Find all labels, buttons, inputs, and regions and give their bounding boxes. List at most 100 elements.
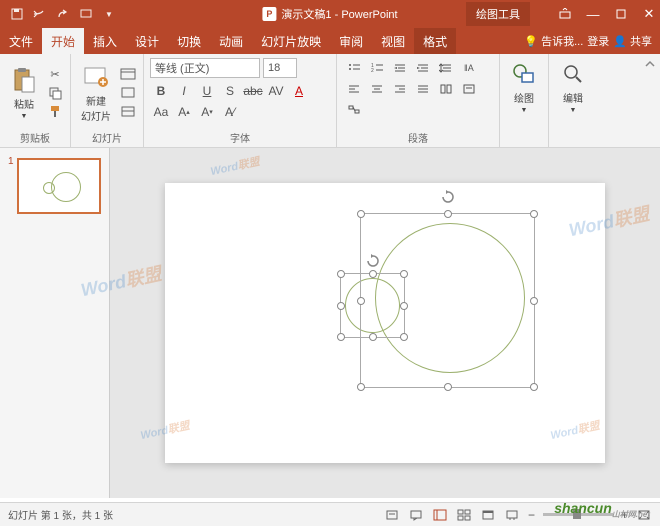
tell-me[interactable]: 💡告诉我... bbox=[524, 33, 583, 49]
svg-text:2: 2 bbox=[371, 68, 374, 74]
tab-view[interactable]: 视图 bbox=[372, 28, 414, 54]
strikethrough-button[interactable]: abc bbox=[242, 81, 264, 101]
resize-handle[interactable] bbox=[337, 333, 345, 341]
resize-handle[interactable] bbox=[530, 297, 538, 305]
resize-handle[interactable] bbox=[444, 210, 452, 218]
smartart-button[interactable] bbox=[343, 100, 365, 120]
tab-slideshow[interactable]: 幻灯片放映 bbox=[252, 28, 330, 54]
increase-font-button[interactable]: A▴ bbox=[173, 102, 195, 122]
layout-icon[interactable] bbox=[119, 66, 137, 82]
resize-handle[interactable] bbox=[400, 333, 408, 341]
drawing-button[interactable]: 绘图 ▼ bbox=[506, 58, 542, 116]
normal-view-icon[interactable] bbox=[432, 508, 448, 522]
tab-review[interactable]: 审阅 bbox=[330, 28, 372, 54]
resize-handle[interactable] bbox=[357, 210, 365, 218]
minimize-icon[interactable]: — bbox=[586, 7, 600, 21]
tab-transition[interactable]: 切换 bbox=[168, 28, 210, 54]
slide-thumbnail[interactable] bbox=[17, 158, 101, 214]
slide-counter: 幻灯片 第 1 张，共 1 张 bbox=[8, 507, 113, 522]
resize-handle[interactable] bbox=[369, 270, 377, 278]
char-spacing-button[interactable]: AV bbox=[265, 81, 287, 101]
decrease-font-button[interactable]: A▾ bbox=[196, 102, 218, 122]
redo-icon[interactable] bbox=[56, 7, 70, 21]
save-icon[interactable] bbox=[10, 7, 24, 21]
start-from-beginning-icon[interactable] bbox=[79, 7, 93, 21]
undo-icon[interactable] bbox=[33, 7, 47, 21]
numbering-button[interactable]: 12 bbox=[366, 58, 388, 78]
decrease-indent-button[interactable] bbox=[389, 58, 411, 78]
notes-icon[interactable] bbox=[384, 508, 400, 522]
copy-icon[interactable] bbox=[46, 85, 64, 101]
resize-handle[interactable] bbox=[400, 302, 408, 310]
chevron-down-icon: ▼ bbox=[570, 107, 577, 114]
align-text-button[interactable] bbox=[458, 79, 480, 99]
change-case-button[interactable]: Aa bbox=[150, 102, 172, 122]
align-center-button[interactable] bbox=[366, 79, 388, 99]
columns-button[interactable] bbox=[435, 79, 457, 99]
collapse-ribbon-icon[interactable] bbox=[640, 54, 660, 147]
line-spacing-button[interactable] bbox=[435, 58, 457, 78]
resize-handle[interactable] bbox=[337, 302, 345, 310]
paste-icon bbox=[10, 66, 38, 94]
clear-format-button[interactable]: A⁄ bbox=[219, 102, 241, 122]
tab-file[interactable]: 文件 bbox=[0, 28, 42, 54]
lightbulb-icon: 💡 bbox=[524, 35, 538, 48]
slides-label: 幻灯片 bbox=[77, 128, 137, 145]
document-title: 演示文稿1 - PowerPoint bbox=[281, 6, 397, 22]
group-clipboard: 粘贴 ▼ ✂ 剪贴板 bbox=[0, 54, 71, 147]
section-icon[interactable] bbox=[119, 104, 137, 120]
bold-button[interactable]: B bbox=[150, 81, 172, 101]
close-icon[interactable]: ✕ bbox=[642, 7, 656, 21]
reset-icon[interactable] bbox=[119, 85, 137, 101]
reading-view-icon[interactable] bbox=[480, 508, 496, 522]
editing-button[interactable]: 编辑 ▼ bbox=[555, 58, 591, 116]
resize-handle[interactable] bbox=[400, 270, 408, 278]
tab-design[interactable]: 设计 bbox=[126, 28, 168, 54]
italic-button[interactable]: I bbox=[173, 81, 195, 101]
maximize-icon[interactable] bbox=[614, 7, 628, 21]
group-slides: 新建 幻灯片 幻灯片 bbox=[71, 54, 144, 147]
zoom-out-icon[interactable]: − bbox=[528, 508, 535, 522]
resize-handle[interactable] bbox=[530, 383, 538, 391]
context-tool-label: 绘图工具 bbox=[466, 2, 530, 26]
format-painter-icon[interactable] bbox=[46, 104, 64, 120]
align-right-button[interactable] bbox=[389, 79, 411, 99]
slide-canvas-area[interactable]: Word联盟 Word联盟 Word联盟 Word联盟 Word联盟 bbox=[110, 148, 660, 498]
slide[interactable] bbox=[165, 183, 605, 463]
watermark: Word联盟 bbox=[209, 153, 261, 179]
resize-handle[interactable] bbox=[357, 383, 365, 391]
comments-icon[interactable] bbox=[408, 508, 424, 522]
new-slide-button[interactable]: 新建 幻灯片 bbox=[77, 58, 115, 128]
resize-handle[interactable] bbox=[530, 210, 538, 218]
font-color-button[interactable]: A bbox=[288, 81, 310, 101]
rotation-handle-icon[interactable] bbox=[441, 190, 455, 204]
window-controls: — ✕ bbox=[558, 7, 656, 21]
shadow-button[interactable]: S bbox=[219, 81, 241, 101]
font-size-combo[interactable]: 18 bbox=[263, 58, 297, 78]
slideshow-view-icon[interactable] bbox=[504, 508, 520, 522]
tab-home[interactable]: 开始 bbox=[42, 28, 84, 54]
login-button[interactable]: 登录 bbox=[587, 33, 609, 49]
tab-animation[interactable]: 动画 bbox=[210, 28, 252, 54]
bullets-button[interactable] bbox=[343, 58, 365, 78]
resize-handle[interactable] bbox=[337, 270, 345, 278]
resize-handle[interactable] bbox=[369, 333, 377, 341]
resize-handle[interactable] bbox=[444, 383, 452, 391]
share-button[interactable]: 👤共享 bbox=[613, 33, 652, 49]
cut-icon[interactable]: ✂ bbox=[46, 66, 64, 82]
tab-format[interactable]: 格式 bbox=[414, 28, 456, 54]
sorter-view-icon[interactable] bbox=[456, 508, 472, 522]
font-family-combo[interactable]: 等线 (正文) bbox=[150, 58, 260, 78]
underline-button[interactable]: U bbox=[196, 81, 218, 101]
paste-button[interactable]: 粘贴 ▼ bbox=[6, 58, 42, 128]
rotation-handle-icon[interactable] bbox=[366, 254, 380, 268]
qat-dropdown-icon[interactable]: ▼ bbox=[102, 7, 116, 21]
align-left-button[interactable] bbox=[343, 79, 365, 99]
chevron-down-icon: ▼ bbox=[521, 107, 528, 114]
increase-indent-button[interactable] bbox=[412, 58, 434, 78]
tab-insert[interactable]: 插入 bbox=[84, 28, 126, 54]
justify-button[interactable] bbox=[412, 79, 434, 99]
text-direction-button[interactable]: ‖A bbox=[458, 58, 480, 78]
ribbon-options-icon[interactable] bbox=[558, 7, 572, 21]
shancun-watermark: shancun山村网.net bbox=[554, 500, 650, 520]
